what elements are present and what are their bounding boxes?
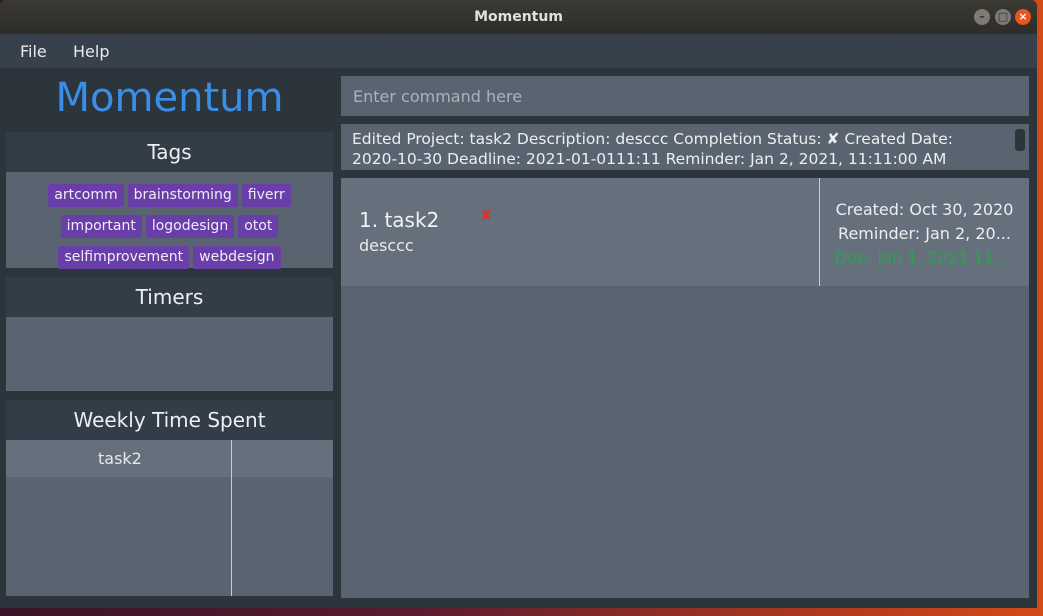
menu-help[interactable]: Help — [73, 42, 109, 61]
project-description: desccc — [359, 236, 414, 255]
close-button[interactable]: × — [1015, 9, 1031, 25]
menu-bar: File Help — [0, 34, 1037, 68]
column-divider — [231, 440, 232, 596]
weekly-time-panel: Weekly Time Spent task2 — [6, 400, 333, 596]
incomplete-mark-icon: ✘ — [480, 206, 493, 224]
reminder-date: Reminder: Jan 2, 20... — [838, 224, 1011, 243]
project-card[interactable]: 1. task2 ✘ desccc Created: Oct 30, 2020 … — [341, 178, 1029, 286]
project-dates: Created: Oct 30, 2020 Reminder: Jan 2, 2… — [820, 198, 1029, 270]
tag-item[interactable]: artcomm — [48, 184, 124, 207]
table-row[interactable]: task2 — [6, 440, 333, 477]
project-name: 1. task2 — [359, 208, 440, 232]
result-scrollbar[interactable] — [1015, 129, 1025, 151]
weekly-task-name: task2 — [98, 449, 142, 468]
weekly-time-panel-title: Weekly Time Spent — [6, 400, 333, 440]
due-date: Due: Jan 1, 2021 11:... — [834, 248, 1015, 267]
window-title: Momentum — [474, 9, 563, 25]
tag-item[interactable]: brainstorming — [127, 184, 238, 207]
app-window: Momentum – □ × File Help Momentum Tags a… — [0, 0, 1037, 608]
tag-item[interactable]: webdesign — [193, 246, 281, 269]
tag-item[interactable]: selfimprovement — [58, 246, 190, 269]
tag-list: artcomm brainstorming fiverr important logo… — [6, 172, 333, 273]
result-text: Edited Project: task2 Description: descc… — [352, 130, 953, 168]
result-display[interactable]: Edited Project: task2 Description: descc… — [341, 124, 1029, 170]
tag-item[interactable]: fiverr — [241, 184, 291, 207]
tags-panel: Tags artcomm brainstorming fiverr importan… — [6, 132, 333, 269]
minimize-button[interactable]: – — [974, 9, 990, 25]
tag-item[interactable]: otot — [238, 215, 279, 238]
project-list[interactable]: 1. task2 ✘ desccc Created: Oct 30, 2020 … — [341, 178, 1029, 598]
command-input[interactable] — [341, 76, 1029, 116]
timers-panel-title: Timers — [6, 277, 333, 317]
tag-item[interactable]: important — [60, 215, 142, 238]
maximize-button[interactable]: □ — [995, 9, 1011, 25]
tag-item[interactable]: logodesign — [145, 215, 235, 238]
timers-panel: Timers — [6, 277, 333, 391]
app-brand-title: Momentum — [55, 75, 284, 121]
tags-panel-title: Tags — [6, 132, 333, 172]
title-bar[interactable]: Momentum – □ × — [0, 0, 1037, 34]
created-date: Created: Oct 30, 2020 — [835, 200, 1014, 219]
menu-file[interactable]: File — [20, 42, 47, 61]
